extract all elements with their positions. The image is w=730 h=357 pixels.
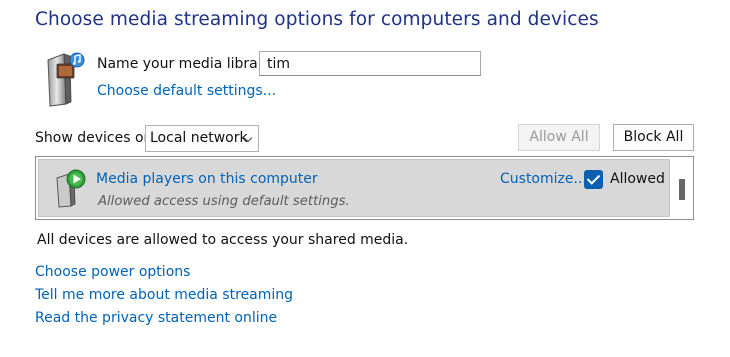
power-options-link[interactable]: Choose power options [35,264,190,280]
block-all-button[interactable]: Block All [613,124,694,151]
allowed-checkbox[interactable] [584,170,603,189]
choose-default-settings-link[interactable]: Choose default settings... [97,83,276,99]
network-select-value: Local network [150,130,248,146]
learn-more-link[interactable]: Tell me more about media streaming [35,287,293,303]
device-row[interactable]: Media players on this computer Allowed a… [38,159,670,217]
network-select[interactable]: Local network [145,125,259,152]
library-name-label: Name your media library: [97,56,276,72]
library-name-input[interactable] [259,51,481,76]
allowed-label: Allowed [610,171,665,187]
device-name-link[interactable]: Media players on this computer [96,171,318,187]
scrollbar-thumb[interactable] [679,179,685,200]
media-player-device-icon [56,169,86,208]
show-devices-label: Show devices on: [35,130,158,146]
privacy-statement-link[interactable]: Read the privacy statement online [35,310,277,326]
customize-link[interactable]: Customize... [500,171,587,187]
device-list-scrollbar[interactable] [673,159,691,217]
media-server-icon [47,52,85,107]
allow-all-button[interactable]: Allow All [518,124,600,151]
device-list: Media players on this computer Allowed a… [35,156,694,220]
sharing-summary: All devices are allowed to access your s… [37,232,409,248]
device-status: Allowed access using default settings. [98,194,350,209]
page-title: Choose media streaming options for compu… [35,9,599,30]
